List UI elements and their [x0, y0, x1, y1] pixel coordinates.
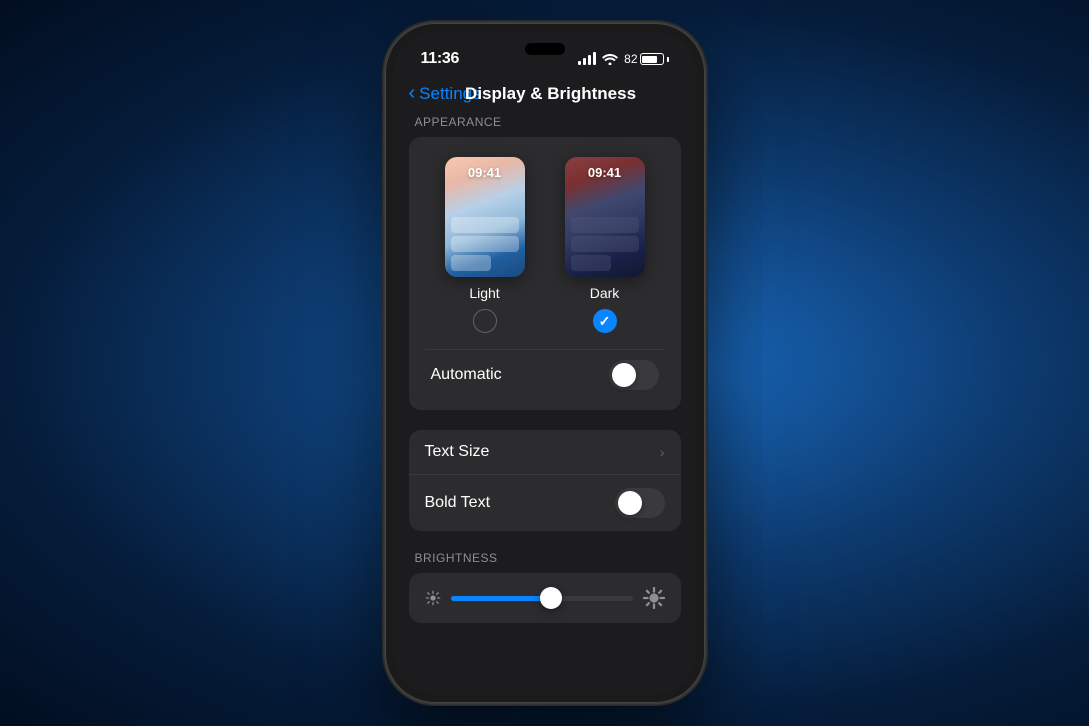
- brightness-slider-row: [425, 587, 665, 609]
- dark-theme-option[interactable]: 09:41 Dark ✓: [565, 157, 645, 333]
- status-bar: 11:36 82: [393, 31, 697, 79]
- automatic-label: Automatic: [431, 366, 502, 384]
- brightness-slider-thumb[interactable]: [540, 587, 562, 609]
- navigation-bar: ‹ Settings Display & Brightness: [393, 79, 697, 115]
- dark-theme-radio[interactable]: ✓: [593, 309, 617, 333]
- automatic-toggle-thumb: [612, 363, 636, 387]
- bold-text-toggle[interactable]: [615, 488, 665, 518]
- light-preview-widgets: [445, 211, 525, 277]
- back-chevron-icon: ‹: [409, 82, 416, 105]
- bold-text-label: Bold Text: [425, 494, 491, 512]
- dark-theme-preview: 09:41: [565, 157, 645, 277]
- appearance-section-label: APPEARANCE: [409, 115, 681, 129]
- light-theme-label: Light: [469, 285, 499, 301]
- light-theme-preview: 09:41: [445, 157, 525, 277]
- text-size-label: Text Size: [425, 443, 490, 461]
- battery-body: [640, 53, 664, 65]
- text-size-right: ›: [660, 444, 665, 460]
- signal-icon: [578, 53, 596, 65]
- phone-screen: 11:36 82: [393, 31, 697, 695]
- text-size-row[interactable]: Text Size ›: [409, 430, 681, 475]
- status-icons: 82: [578, 52, 668, 66]
- brightness-slider-fill: [451, 596, 551, 601]
- battery-icon: 82: [624, 52, 668, 66]
- dark-preview-widgets: [565, 211, 645, 277]
- dark-theme-label: Dark: [590, 285, 620, 301]
- automatic-toggle-row: Automatic: [425, 349, 665, 394]
- settings-content: APPEARANCE 09:41 L: [393, 115, 697, 695]
- light-preview-time: 09:41: [445, 165, 525, 180]
- automatic-toggle[interactable]: [609, 360, 659, 390]
- phone-device: 11:36 82: [385, 23, 705, 703]
- text-size-chevron-icon: ›: [660, 444, 665, 460]
- battery-percent: 82: [624, 52, 637, 66]
- checkmark-icon: ✓: [599, 313, 611, 330]
- page-title: Display & Brightness: [421, 84, 681, 104]
- brightness-slider-track[interactable]: [451, 596, 633, 601]
- status-time: 11:36: [421, 50, 460, 68]
- dynamic-island: [525, 43, 565, 55]
- light-theme-option[interactable]: 09:41 Light: [445, 157, 525, 333]
- brightness-section-label: BRIGHTNESS: [409, 551, 681, 565]
- bold-text-toggle-thumb: [618, 491, 642, 515]
- brightness-card: [409, 573, 681, 623]
- brightness-low-icon: [425, 590, 441, 606]
- bold-text-row: Bold Text: [409, 475, 681, 531]
- wifi-icon: [602, 53, 618, 65]
- battery-tip: [667, 57, 669, 62]
- brightness-high-icon: [643, 587, 665, 609]
- battery-fill: [642, 56, 657, 63]
- light-theme-radio[interactable]: [473, 309, 497, 333]
- theme-options: 09:41 Light 09:41: [425, 157, 665, 333]
- appearance-card: 09:41 Light 09:41: [409, 137, 681, 410]
- text-options-section: Text Size › Bold Text: [409, 430, 681, 531]
- dark-preview-time: 09:41: [565, 165, 645, 180]
